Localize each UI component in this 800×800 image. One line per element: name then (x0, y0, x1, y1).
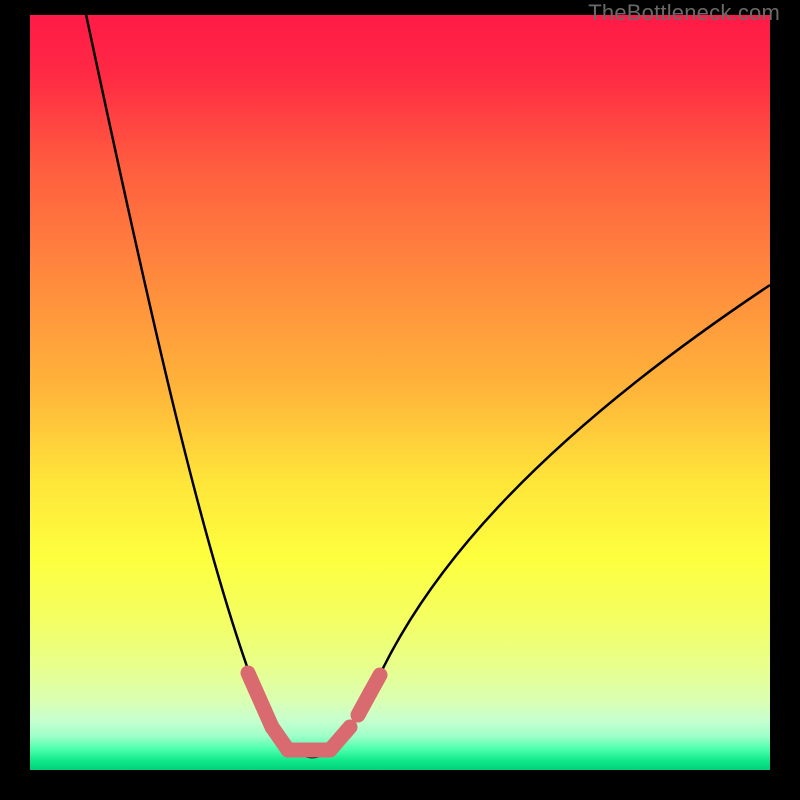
bottleneck-curve (84, 15, 770, 757)
bottleneck-curve-svg (30, 15, 770, 770)
watermark-text: TheBottleneck.com (588, 0, 780, 26)
marker-band-segment (248, 673, 272, 727)
marker-band-segment (330, 727, 350, 750)
marker-band-segment (370, 675, 380, 693)
chart-frame (30, 15, 770, 770)
